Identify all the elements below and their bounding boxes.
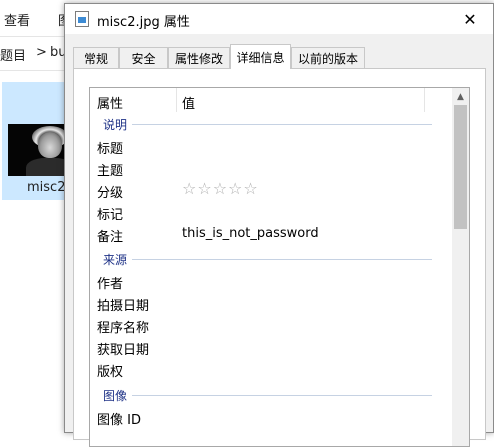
tab-strip: 常规 安全 属性修改 详细信息 以前的版本 xyxy=(73,44,487,69)
details-panel: 属性 值 说明 标题 主题 分级 ☆☆☆☆☆ 标记 备注 this_is_not… xyxy=(73,68,486,447)
group-divider xyxy=(132,124,432,125)
group-divider xyxy=(132,259,432,260)
property-name: 图像 ID xyxy=(97,413,141,428)
group-title: 图像 xyxy=(103,389,128,403)
column-divider[interactable] xyxy=(176,88,177,112)
property-name: 版权 xyxy=(97,365,124,380)
breadcrumb-separator: > xyxy=(36,45,47,60)
close-icon: ✕ xyxy=(463,9,477,29)
group-header-origin[interactable]: 来源 xyxy=(90,248,450,270)
property-row[interactable]: 标记 xyxy=(90,201,450,223)
tab-general[interactable]: 常规 xyxy=(73,47,119,68)
image-file-icon xyxy=(75,11,89,27)
close-button[interactable]: ✕ xyxy=(447,4,493,34)
property-name: 拍摄日期 xyxy=(97,299,150,314)
thumbnail-face xyxy=(38,132,62,158)
chevron-up-icon: ▲ xyxy=(457,91,464,102)
tab-details[interactable]: 详细信息 xyxy=(230,44,291,69)
dialog-title: misc2.jpg 属性 xyxy=(97,15,190,30)
tab-previous-versions[interactable]: 以前的版本 xyxy=(291,47,365,68)
property-row[interactable]: 备注 this_is_not_password xyxy=(90,223,450,245)
property-name: 标记 xyxy=(97,208,124,223)
property-row[interactable]: 标题 xyxy=(90,135,450,157)
property-name: 备注 xyxy=(97,230,124,245)
column-divider[interactable] xyxy=(424,88,425,112)
tab-security[interactable]: 安全 xyxy=(119,47,168,68)
property-name: 分级 xyxy=(97,186,124,201)
property-name: 作者 xyxy=(97,277,124,292)
ribbon-tab-view[interactable]: 查看 xyxy=(4,10,30,29)
property-row[interactable]: 作者 xyxy=(90,270,450,292)
property-row[interactable]: 拍摄日期 xyxy=(90,292,450,314)
scrollbar-thumb[interactable] xyxy=(454,105,467,229)
tab-property-modify[interactable]: 属性修改 xyxy=(168,47,230,68)
property-name: 程序名称 xyxy=(97,321,150,336)
group-header-description[interactable]: 说明 xyxy=(90,113,450,135)
group-divider xyxy=(132,395,432,396)
property-name: 标题 xyxy=(97,142,124,157)
property-row[interactable]: 主题 xyxy=(90,157,450,179)
group-header-image[interactable]: 图像 xyxy=(90,384,450,406)
property-row[interactable]: 程序名称 xyxy=(90,314,450,336)
column-header: 属性 值 xyxy=(90,88,450,112)
property-row[interactable]: 分级 ☆☆☆☆☆ xyxy=(90,179,450,201)
property-row[interactable]: 图像 ID xyxy=(90,406,450,428)
scroll-up-button[interactable]: ▲ xyxy=(452,88,469,105)
property-name: 获取日期 xyxy=(97,343,150,358)
column-header-property[interactable]: 属性 xyxy=(97,93,123,112)
rating-stars[interactable]: ☆☆☆☆☆ xyxy=(182,179,259,198)
vertical-scrollbar[interactable]: ▲ xyxy=(452,88,469,446)
group-title: 来源 xyxy=(103,253,128,267)
property-value[interactable]: this_is_not_password xyxy=(182,226,319,241)
column-header-value[interactable]: 值 xyxy=(182,93,195,112)
property-row[interactable]: 版权 xyxy=(90,358,450,380)
property-list[interactable]: 属性 值 说明 标题 主题 分级 ☆☆☆☆☆ 标记 备注 this_is_not… xyxy=(89,87,470,447)
property-row[interactable]: 获取日期 xyxy=(90,336,450,358)
group-title: 说明 xyxy=(103,118,128,132)
properties-dialog: misc2.jpg 属性 ✕ 常规 安全 属性修改 详细信息 以前的版本 属性 … xyxy=(64,3,494,447)
dialog-titlebar[interactable]: misc2.jpg 属性 ✕ xyxy=(65,4,493,34)
property-name: 主题 xyxy=(97,164,124,179)
breadcrumb-segment[interactable]: 题目 xyxy=(0,45,26,64)
